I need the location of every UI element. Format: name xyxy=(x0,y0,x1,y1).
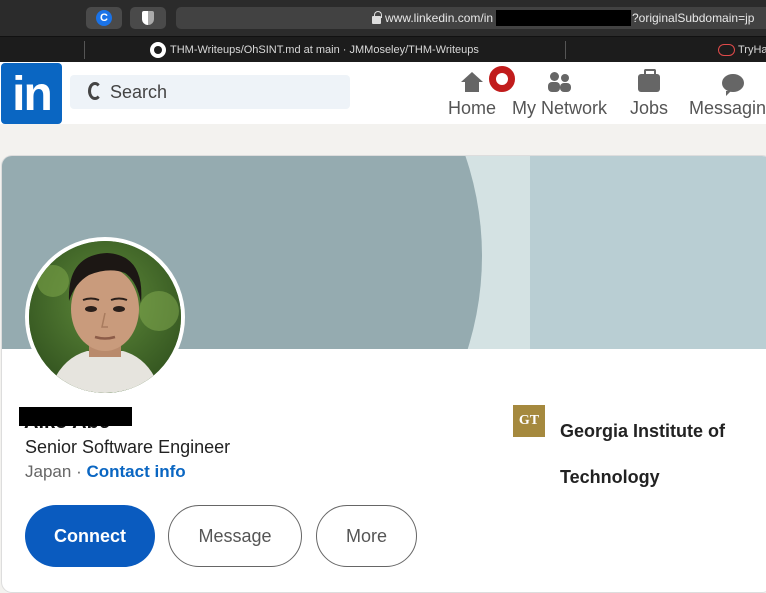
nav-label: Jobs xyxy=(630,98,669,118)
home-icon-wrap xyxy=(461,64,517,96)
location-row: Japan · Contact info xyxy=(25,462,186,482)
school-logo[interactable]: GT xyxy=(513,405,545,437)
separator: · xyxy=(76,462,82,481)
tab-divider xyxy=(84,41,85,59)
search-icon xyxy=(88,82,102,100)
url-text-suffix: ?originalSubdomain=jp xyxy=(632,11,755,25)
profile-headline: Senior Software Engineer xyxy=(25,437,231,457)
avatar[interactable] xyxy=(25,237,185,397)
url-text-prefix: www.linkedin.com/in xyxy=(385,11,494,25)
cloud-icon xyxy=(718,44,735,56)
nav-home[interactable]: Home xyxy=(448,62,517,124)
message-icon xyxy=(721,74,744,96)
tab-github[interactable]: THM-Writeups/OhSINT.md at main · JMMosel… xyxy=(150,37,479,63)
github-icon xyxy=(150,42,166,58)
profile-card: Aiko Abe Senior Software Engineer Japan … xyxy=(2,156,766,592)
tab-tryhackme[interactable]: TryHa xyxy=(718,37,766,63)
nav-label: Home xyxy=(448,98,497,118)
messaging-icon-wrap xyxy=(721,70,744,96)
search-input[interactable] xyxy=(110,75,340,109)
tab-divider xyxy=(565,41,566,59)
linkedin-logo[interactable]: in xyxy=(1,63,62,124)
url-redaction xyxy=(496,10,631,26)
message-button[interactable]: Message xyxy=(168,505,302,567)
more-button[interactable]: More xyxy=(316,505,417,567)
profile-photo xyxy=(29,241,181,393)
briefcase-icon xyxy=(638,69,661,92)
search-box[interactable] xyxy=(70,75,350,109)
address-bar[interactable]: www.linkedin.com/in ?originalSubdomain=j… xyxy=(176,7,766,29)
tab-bar: THM-Writeups/OhSINT.md at main · JMMosel… xyxy=(0,36,766,62)
network-icon xyxy=(547,72,572,94)
nav-label: My Network xyxy=(512,98,608,118)
network-icon-wrap xyxy=(547,70,572,96)
extension-icon: C xyxy=(96,10,112,26)
home-icon xyxy=(461,72,483,92)
nav-jobs[interactable]: Jobs xyxy=(630,62,668,124)
shield-icon xyxy=(142,11,154,25)
lock-icon xyxy=(372,11,382,24)
connect-button[interactable]: Connect xyxy=(25,505,155,567)
profile-location: Japan xyxy=(25,462,72,481)
school-name[interactable]: Georgia Institute of Technology xyxy=(560,408,750,500)
extension-button[interactable]: C xyxy=(86,7,122,29)
tab-label: THM-Writeups/OhSINT.md at main · JMMosel… xyxy=(170,44,479,56)
shield-button[interactable] xyxy=(130,7,166,29)
nav-my-network[interactable]: My Network xyxy=(512,62,607,124)
contact-info-link[interactable]: Contact info xyxy=(86,462,185,481)
name-redaction xyxy=(19,407,132,426)
browser-toolbar: C www.linkedin.com/in ?originalSubdomain… xyxy=(0,0,766,36)
jobs-icon-wrap xyxy=(638,69,661,96)
linkedin-navbar: in Home My Network Jobs M xyxy=(0,62,766,124)
tab-label: TryHa xyxy=(738,44,766,56)
nav-messaging[interactable]: Messaging xyxy=(689,62,766,124)
nav-label: Messaging xyxy=(689,98,766,118)
